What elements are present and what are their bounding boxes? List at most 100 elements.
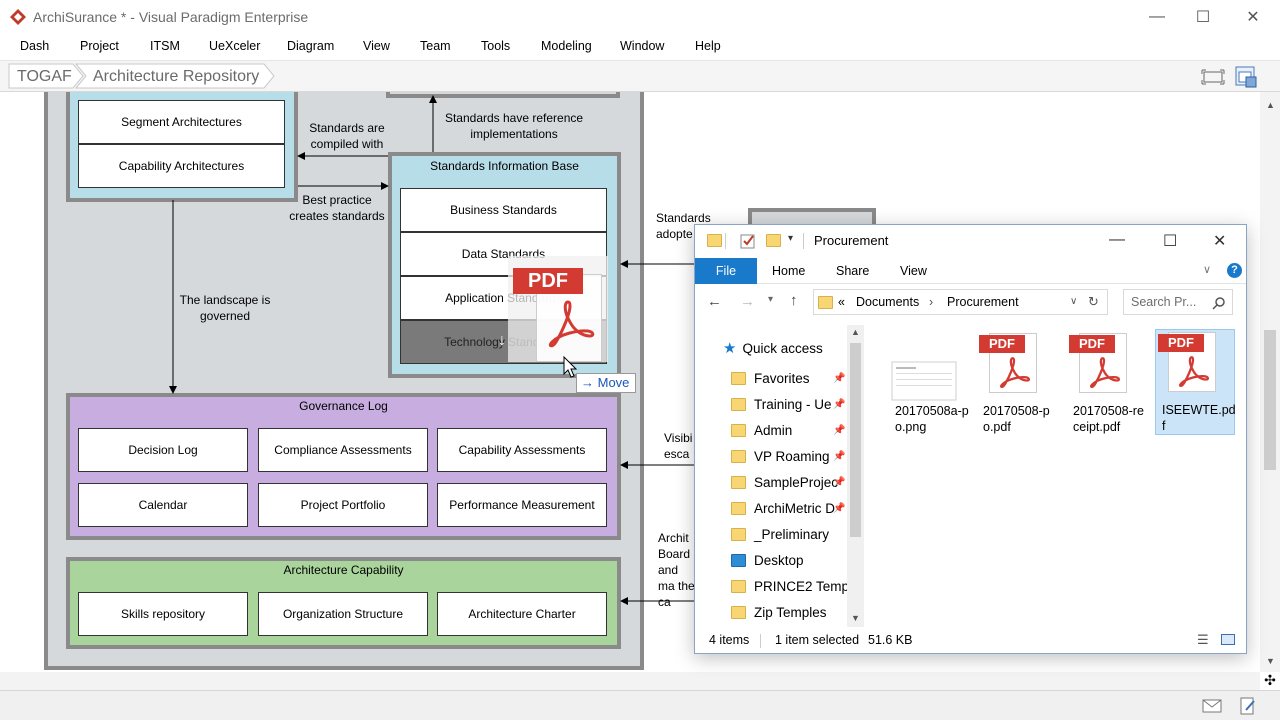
tree-label: SampleProjec xyxy=(754,474,839,490)
pdf-badge: PDF xyxy=(979,335,1025,353)
large-icons-view-icon[interactable] xyxy=(1221,634,1235,645)
pin-icon[interactable]: 📌 xyxy=(833,399,845,410)
label-standards-compiled: Standards are compiled with xyxy=(309,121,385,151)
window-title: ArchiSurance * - Visual Paradigm Enterpr… xyxy=(33,9,309,25)
tree-item-admin[interactable]: Admin xyxy=(731,417,792,443)
folder-icon xyxy=(731,527,746,541)
tree-label: Desktop xyxy=(754,552,804,568)
move-arrow-icon: → xyxy=(581,375,594,390)
item-count: 4 items xyxy=(709,633,750,647)
address-overflow[interactable]: « xyxy=(838,295,845,309)
tree-item-archimetric[interactable]: ArchiMetric D xyxy=(731,495,835,521)
properties-icon[interactable] xyxy=(740,233,756,249)
folder-icon xyxy=(731,501,746,515)
move-canvas-icon[interactable]: ✣ xyxy=(1260,672,1280,690)
close-button[interactable]: ✕ xyxy=(1230,0,1276,34)
menu-itsm[interactable]: ITSM xyxy=(150,39,180,53)
drag-pdf-badge: PDF xyxy=(513,268,583,294)
pin-icon[interactable]: 📌 xyxy=(833,373,845,384)
tree-item-vp-roaming[interactable]: VP Roaming xyxy=(731,443,830,469)
move-tooltip-label: Move xyxy=(597,375,630,390)
ribbon-tab-file[interactable]: File xyxy=(695,258,757,284)
menu-team[interactable]: Team xyxy=(420,39,451,53)
maximize-button[interactable]: ☐ xyxy=(1180,0,1226,34)
nav-scroll-thumb[interactable] xyxy=(850,343,861,537)
scroll-up-arrow-icon[interactable]: ▲ xyxy=(1266,100,1275,110)
tree-item-desktop[interactable]: Desktop xyxy=(731,547,804,573)
pin-icon[interactable]: 📌 xyxy=(833,425,845,436)
address-folder-icon xyxy=(818,296,833,309)
tree-item-preliminary[interactable]: _Preliminary xyxy=(731,521,829,547)
qat-dropdown-icon[interactable]: ▾ xyxy=(788,233,793,244)
tree-label: _Preliminary xyxy=(754,526,830,542)
forward-arrow-icon[interactable]: → xyxy=(740,293,755,310)
recent-locations-icon[interactable]: ▾ xyxy=(768,294,773,305)
file-name: 20170508a-po.png xyxy=(895,404,969,434)
qat-divider xyxy=(725,233,726,249)
breadcrumb-togaf[interactable]: TOGAF xyxy=(17,65,72,89)
folder-icon xyxy=(731,579,746,593)
menu-help[interactable]: Help xyxy=(695,39,721,53)
menu-project[interactable]: Project xyxy=(80,39,119,53)
pin-icon[interactable]: 📌 xyxy=(833,451,845,462)
acrobat-icon xyxy=(548,300,595,348)
menu-modeling[interactable]: Modeling xyxy=(541,39,592,53)
file-list[interactable]: 20170508a-po.png PDF 20170508-po.pdf PDF… xyxy=(867,225,1246,627)
horizontal-scrollbar[interactable] xyxy=(0,672,1260,690)
mail-icon[interactable] xyxy=(1202,699,1222,713)
menu-view[interactable]: View xyxy=(363,39,390,53)
scroll-down-arrow-icon[interactable]: ▼ xyxy=(1266,656,1275,666)
menu-tools[interactable]: Tools xyxy=(481,39,510,53)
status-bar xyxy=(0,690,1280,720)
back-arrow-icon[interactable]: ← xyxy=(707,293,722,310)
navigation-pane[interactable]: ★ Quick access Favorites 📌 Training - Ue… xyxy=(695,325,865,627)
minimize-button[interactable]: — xyxy=(1134,0,1180,34)
tree-item-sampleprojec[interactable]: SampleProjec xyxy=(731,469,838,495)
file-name: 20170508-po.pdf xyxy=(983,404,1050,434)
nav-scroll-down-icon[interactable]: ▼ xyxy=(851,613,860,623)
file-explorer-window[interactable]: ▾ Procurement — ☐ ✕ File Home Share View… xyxy=(694,224,1247,654)
tree-item-favorites[interactable]: Favorites xyxy=(731,365,810,391)
move-tooltip: → Move xyxy=(576,373,636,393)
folder-icon xyxy=(707,234,722,247)
file-item-pdf[interactable]: PDF 20170508-po.pdf xyxy=(977,331,1057,435)
menu-uexceler[interactable]: UeXceler xyxy=(209,39,260,53)
fit-diagram-icon[interactable] xyxy=(1200,68,1226,86)
menu-diagram[interactable]: Diagram xyxy=(287,39,334,53)
pdf-badge: PDF xyxy=(1069,335,1115,353)
breadcrumb-architecture-repository[interactable]: Architecture Repository xyxy=(93,65,259,89)
tree-item-training[interactable]: Training - Ue xyxy=(731,391,832,417)
folder-icon xyxy=(731,605,746,619)
tree-label: Zip Temples xyxy=(754,604,827,620)
tree-label: PRINCE2 Templa xyxy=(754,578,860,594)
pin-icon[interactable]: 📌 xyxy=(833,477,845,488)
vertical-scroll-thumb[interactable] xyxy=(1264,330,1276,470)
quick-access[interactable]: ★ Quick access xyxy=(723,339,823,357)
edit-document-icon[interactable] xyxy=(1238,696,1258,716)
folder-icon xyxy=(731,449,746,463)
vertical-scrollbar[interactable]: ▲ ▼ xyxy=(1260,92,1280,672)
up-arrow-icon[interactable]: ↑ xyxy=(790,292,798,309)
file-item-pdf-selected[interactable]: PDF ISEEWTE.pdf xyxy=(1155,329,1236,435)
pin-icon[interactable]: 📌 xyxy=(833,503,845,514)
nav-scroll-up-icon[interactable]: ▲ xyxy=(851,327,860,337)
file-item-png[interactable]: 20170508a-po.png xyxy=(889,331,969,435)
nav-scrollbar[interactable]: ▲ ▼ xyxy=(847,325,864,627)
selection-size: 51.6 KB xyxy=(868,633,913,647)
file-item-pdf[interactable]: PDF 20170508-receipt.pdf xyxy=(1067,331,1147,435)
tree-label: ArchiMetric D xyxy=(754,500,836,516)
tree-item-zip-temples[interactable]: Zip Temples xyxy=(731,599,827,625)
tree-item-prince2[interactable]: PRINCE2 Templa xyxy=(731,573,860,599)
explorer-status-bar: 4 items 1 item selected 51.6 KB ☰ xyxy=(695,629,1246,653)
ribbon-tab-share[interactable]: Share xyxy=(836,264,869,278)
star-icon: ★ xyxy=(723,340,737,357)
tree-label: Favorites xyxy=(754,370,810,386)
new-folder-icon[interactable] xyxy=(766,234,781,247)
label-landscape-governed: The landscape is governed xyxy=(179,293,271,323)
tree-label: Admin xyxy=(754,422,793,438)
menu-dash[interactable]: Dash xyxy=(20,39,49,53)
details-view-icon[interactable]: ☰ xyxy=(1197,632,1209,648)
ribbon-tab-home[interactable]: Home xyxy=(772,264,805,278)
menu-window[interactable]: Window xyxy=(620,39,664,53)
diagram-navigator-icon[interactable] xyxy=(1234,65,1258,89)
